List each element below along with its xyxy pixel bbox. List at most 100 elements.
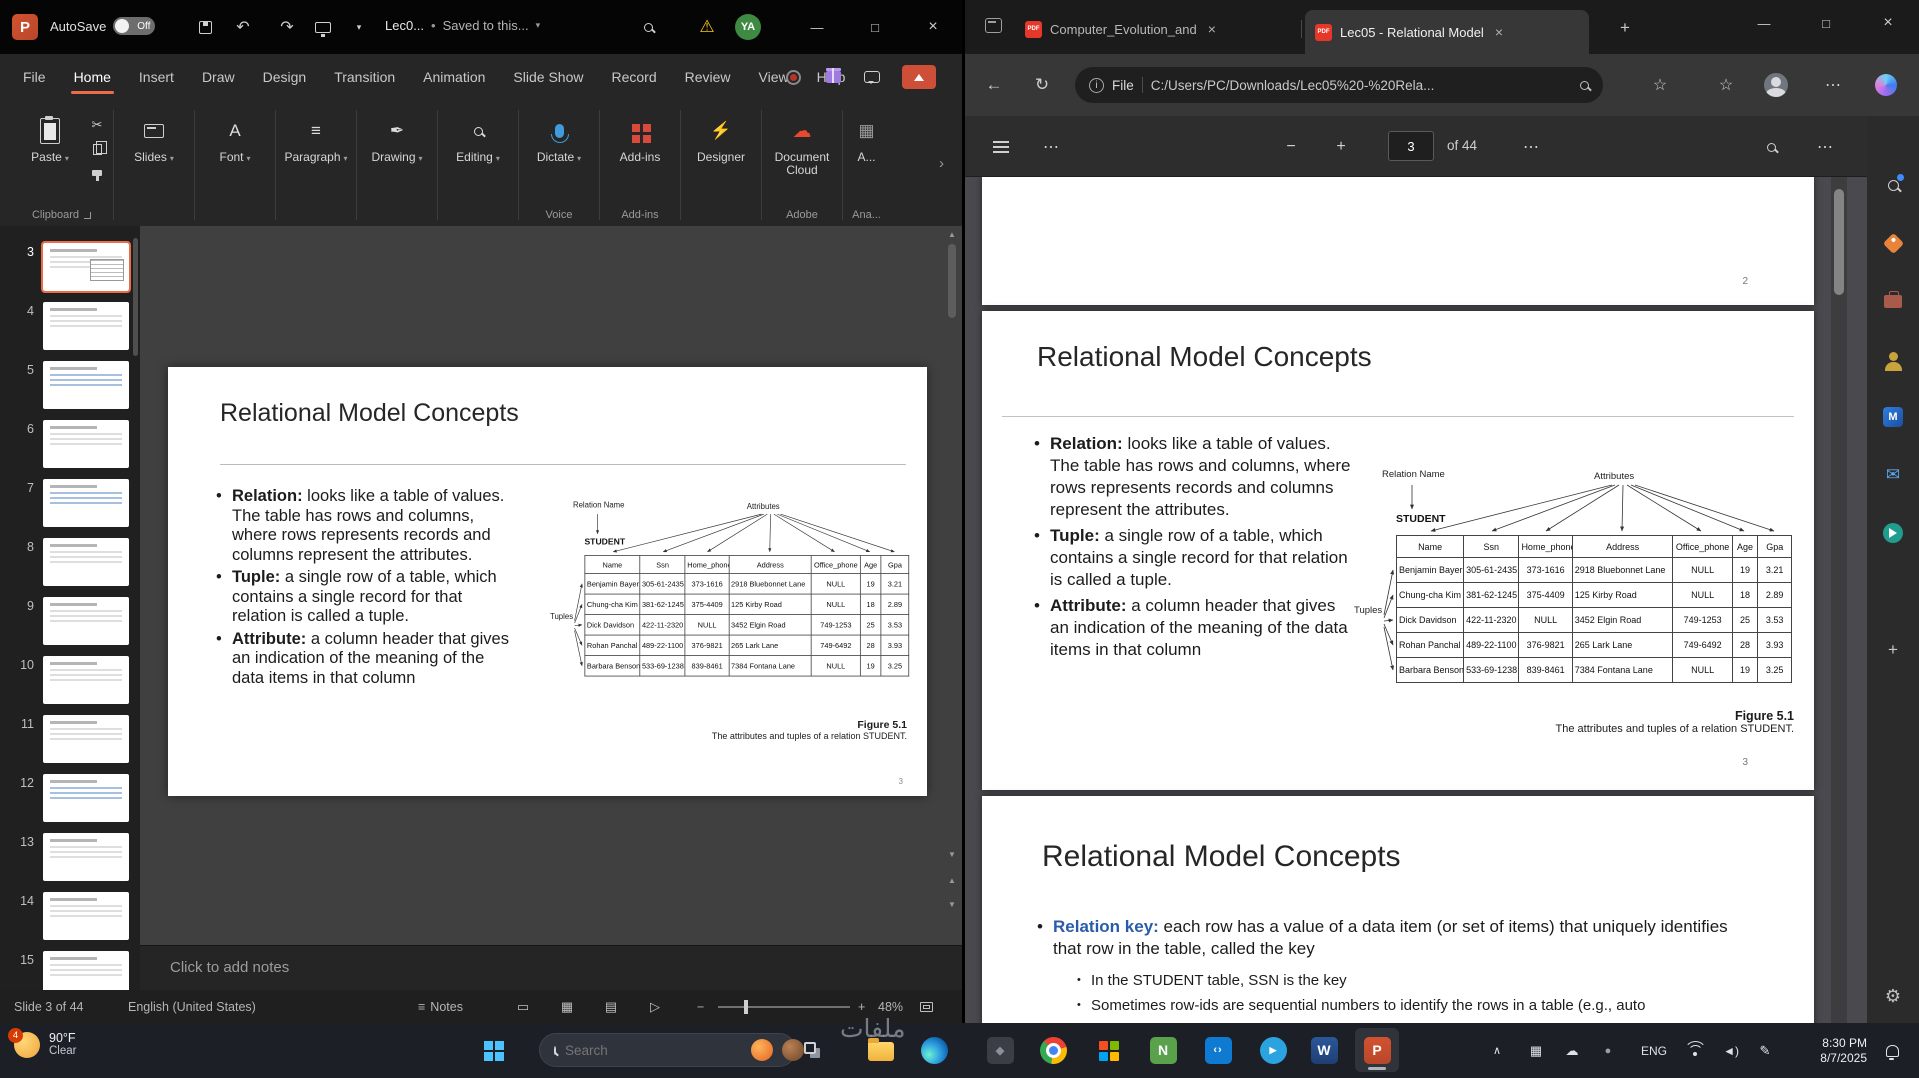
slide-thumbnail-5[interactable] [43, 361, 129, 409]
ribbon-tab-animation[interactable]: Animation [410, 54, 498, 100]
slide-thumbnail-11[interactable] [43, 715, 129, 763]
notes-placeholder[interactable]: Click to add notes [170, 959, 289, 976]
previous-slide-icon[interactable]: ▲ [945, 876, 959, 885]
powerpoint-logo-icon[interactable]: P [12, 14, 38, 40]
ribbon-dictate-button[interactable]: Dictate ▾ [526, 106, 592, 204]
pen-icon[interactable]: ✎ [1753, 1023, 1777, 1078]
page-number-input[interactable] [1388, 131, 1434, 161]
reading-view-icon[interactable]: ▤ [596, 990, 626, 1023]
slide-thumbnail-10[interactable] [43, 656, 129, 704]
undo-button[interactable]: ↶ [228, 13, 258, 41]
slide-title[interactable]: Relational Model Concepts [220, 399, 519, 428]
slide-indicator[interactable]: Slide 3 of 44 [14, 990, 84, 1023]
word-icon[interactable]: W [1302, 1028, 1346, 1072]
ribbon-tab-transition[interactable]: Transition [321, 54, 408, 100]
ribbon-tab-home[interactable]: Home [61, 54, 124, 100]
taskbar-search[interactable] [539, 1033, 804, 1067]
send-icon[interactable] [1879, 519, 1907, 547]
edge-icon[interactable] [912, 1028, 956, 1072]
favorite-star-icon[interactable]: ☆ [1647, 72, 1673, 98]
search-input[interactable] [565, 1042, 742, 1058]
vscode-icon[interactable]: ‹› [1196, 1028, 1240, 1072]
notes-pane[interactable]: Click to add notes [140, 945, 962, 990]
zoom-out-button[interactable]: − [697, 990, 704, 1023]
ribbon-font-button[interactable]: A Font ▾ [202, 106, 268, 204]
ribbon-paragraph-button[interactable]: ≡ Paragraph ▾ [283, 106, 349, 204]
hidden-icons-chevron[interactable]: ∧ [1485, 1023, 1509, 1078]
ribbon-tab-slide-show[interactable]: Slide Show [500, 54, 596, 100]
scroll-up-icon[interactable]: ▲ [945, 230, 959, 239]
ribbon-designer-button[interactable]: ⚡ Designer [688, 106, 754, 204]
slide-thumbnail-13[interactable] [43, 833, 129, 881]
ribbon-tab-draw[interactable]: Draw [189, 54, 248, 100]
powerpoint-icon[interactable]: P [1355, 1028, 1399, 1072]
scroll-down-icon[interactable]: ▼ [945, 850, 959, 859]
tab-actions-icon[interactable] [985, 18, 1002, 33]
fit-to-window-button[interactable] [920, 990, 933, 1023]
ribbon-tab-record[interactable]: Record [598, 54, 669, 100]
copy-icon[interactable] [88, 140, 107, 156]
search-button[interactable] [633, 13, 663, 41]
wifi-icon[interactable] [1683, 1023, 1707, 1078]
slide-thumbnail-9[interactable] [43, 597, 129, 645]
tray-icon-2[interactable]: ☁ [1561, 1023, 1583, 1078]
slide-thumbnail-15[interactable] [43, 951, 129, 990]
zoom-slider-track[interactable] [718, 1006, 850, 1008]
settings-menu-icon[interactable]: ⋯ [1820, 72, 1846, 98]
ribbon-drawing-button[interactable]: ✒ Drawing ▾ [364, 106, 430, 204]
language-indicator[interactable]: ENG [1641, 1023, 1667, 1078]
editor-scrollbar[interactable]: ▲ ▼ ▲ ▼ [945, 228, 959, 940]
sidebar-search-icon[interactable] [1879, 171, 1907, 199]
ribbon-partial-button[interactable]: ▦ A... [843, 106, 883, 204]
notepad-plus-plus-icon[interactable]: N [1141, 1028, 1185, 1072]
whats-new-button[interactable] [826, 62, 841, 92]
briefcase-icon[interactable] [1879, 287, 1907, 315]
next-slide-icon[interactable]: ▼ [945, 900, 959, 909]
ribbon-addins-button[interactable]: Add-ins [607, 106, 673, 204]
pdf-search-button[interactable] [1757, 133, 1785, 161]
dark-app-icon[interactable]: ◆ [978, 1028, 1022, 1072]
shopping-icon[interactable] [1879, 229, 1907, 257]
zoom-out-button[interactable]: − [1277, 133, 1305, 161]
ribbon-doccloud-button[interactable]: ☁ Document Cloud [769, 106, 835, 204]
ribbon-slides-button[interactable]: Slides ▾ [121, 106, 187, 204]
maximize-button[interactable]: □ [1795, 0, 1857, 46]
zoom-indicator-icon[interactable] [1580, 80, 1589, 90]
scrollbar-thumb[interactable] [948, 244, 956, 318]
notes-toggle[interactable]: ≡ Notes [418, 990, 463, 1023]
info-icon[interactable]: i [1089, 77, 1104, 93]
slide-canvas[interactable]: Relational Model Concepts • Relation: loo… [168, 367, 927, 796]
ribbon-tab-insert[interactable]: Insert [126, 54, 187, 100]
document-title[interactable]: Lec0... • Saved to this... ▾ [385, 18, 540, 33]
redo-button[interactable]: ↷ [272, 13, 302, 41]
task-view-icon[interactable] [790, 1028, 834, 1072]
close-button[interactable]: × [904, 0, 962, 54]
save-button[interactable] [190, 13, 220, 41]
ribbon-tab-review[interactable]: Review [672, 54, 744, 100]
warning-icon[interactable]: ⚠ [692, 13, 722, 41]
search-highlight-icon-1[interactable] [751, 1039, 773, 1061]
copilot-icon[interactable] [1873, 72, 1899, 98]
account-avatar[interactable]: YA [735, 14, 761, 40]
slide-thumbnail-7[interactable] [43, 479, 129, 527]
slide-sorter-view-icon[interactable]: ▦ [552, 990, 582, 1023]
autosave-control[interactable]: AutoSave Off [50, 17, 156, 35]
ribbon-tab-design[interactable]: Design [250, 54, 320, 100]
ribbon-editing-button[interactable]: Editing ▾ [445, 106, 511, 204]
zoom-in-button[interactable]: + [1327, 133, 1355, 161]
slide-thumbnail-4[interactable] [43, 302, 129, 350]
weather-widget[interactable]: 4 90°F Clear [8, 1027, 76, 1058]
comments-button[interactable] [864, 62, 880, 92]
ribbon-scroll-right-icon[interactable]: › [939, 155, 944, 172]
chrome-icon[interactable] [1031, 1028, 1075, 1072]
profile-avatar[interactable] [1763, 72, 1789, 98]
language-indicator[interactable]: English (United States) [128, 990, 256, 1023]
thumbnail-scrollbar[interactable] [133, 232, 138, 984]
slide-thumbnail-3[interactable] [41, 241, 131, 293]
back-button[interactable]: ← [979, 70, 1009, 100]
settings-gear-icon[interactable]: ⚙ [1879, 982, 1907, 1010]
refresh-button[interactable]: ↻ [1027, 70, 1057, 100]
tray-icon-3[interactable]: ● [1597, 1023, 1619, 1078]
people-icon[interactable] [1879, 345, 1907, 373]
cut-icon[interactable]: ✂ [88, 117, 106, 132]
